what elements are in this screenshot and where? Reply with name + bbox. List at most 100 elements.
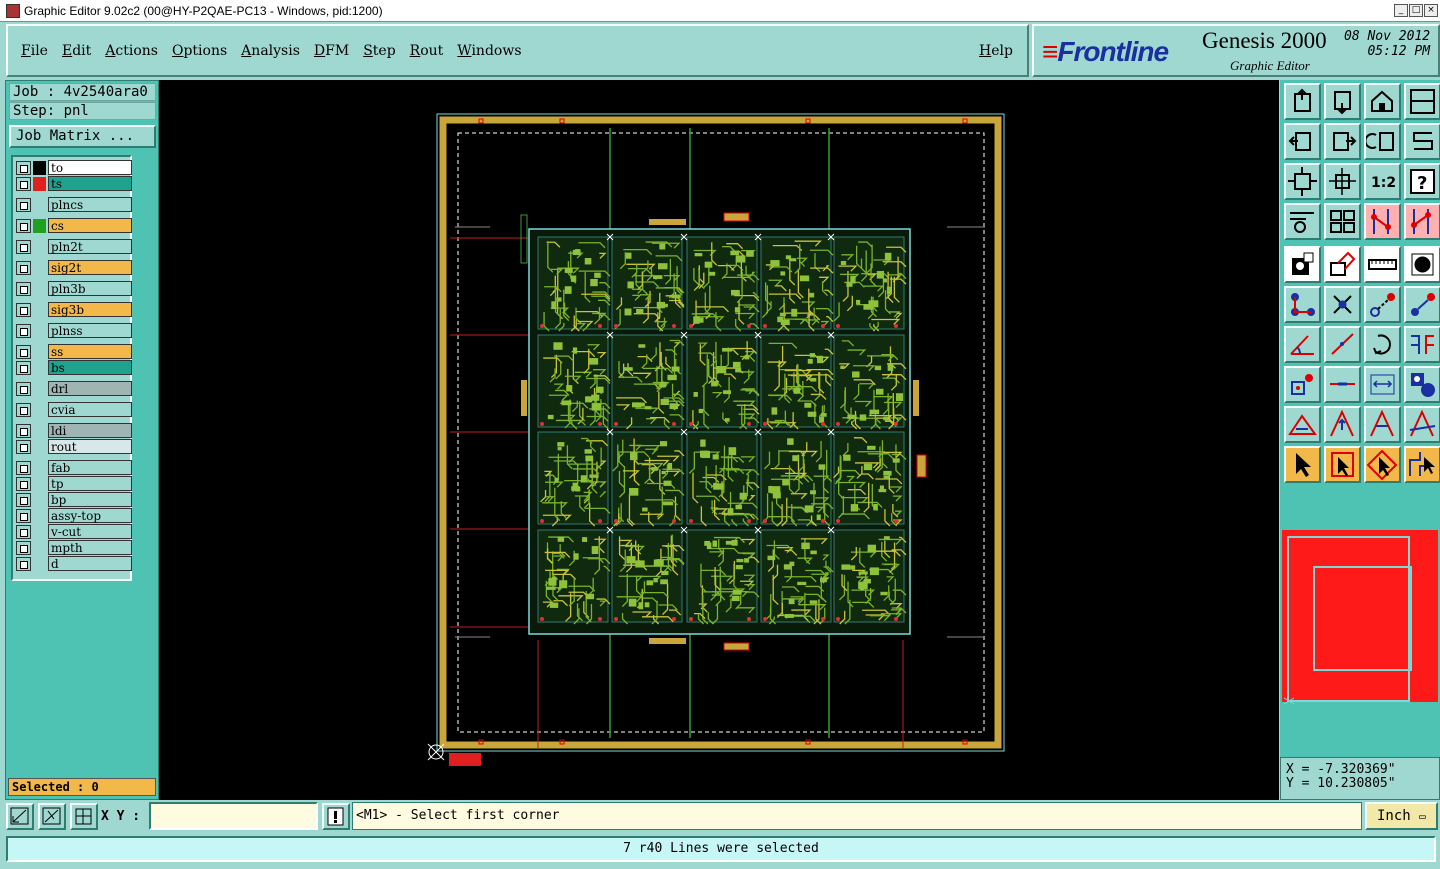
menu-analysis[interactable]: Analysis [241, 43, 300, 59]
bottom-view-tool-button[interactable] [1324, 83, 1361, 120]
layer-row-sig2t[interactable]: sig2t [16, 260, 132, 275]
close-button[interactable]: × [1424, 4, 1438, 17]
layer-row-ldi[interactable]: ldi [16, 423, 132, 438]
layer-color-swatch[interactable] [33, 176, 46, 191]
menu-options[interactable]: Options [172, 43, 227, 59]
circle-tool-button[interactable] [1404, 246, 1440, 283]
layer-row-bs[interactable]: bs [16, 360, 132, 375]
layer-name[interactable]: ldi [48, 423, 132, 438]
layer-color-swatch[interactable] [33, 524, 46, 539]
layer-name[interactable]: tp [48, 476, 132, 491]
overview-pane[interactable] [1280, 490, 1440, 757]
layer-name[interactable]: pln2t [48, 239, 132, 254]
layer-row-fab[interactable]: fab [16, 460, 132, 475]
layer-color-swatch[interactable] [33, 360, 46, 375]
layer-row-ss[interactable]: ss [16, 344, 132, 359]
pad-tool-button[interactable] [1284, 246, 1321, 283]
layer-name[interactable]: plncs [48, 197, 132, 212]
layer-row-rout[interactable]: rout [16, 439, 132, 454]
menu-windows[interactable]: Windows [457, 43, 521, 59]
menu-step[interactable]: Step [363, 43, 395, 59]
layer-checkbox[interactable] [16, 176, 31, 191]
zoom-fit-tool-button[interactable] [1284, 163, 1321, 200]
rotate-view-tool-button[interactable] [1364, 123, 1401, 160]
top-view-tool-button[interactable] [1284, 83, 1321, 120]
layer-name[interactable]: cvia [48, 402, 132, 417]
layer-color-swatch[interactable] [33, 402, 46, 417]
minimize-button[interactable]: _ [1394, 4, 1408, 17]
layer-checkbox[interactable] [16, 218, 31, 233]
triangle-a-tool-button[interactable] [1364, 406, 1401, 443]
layer-color-swatch[interactable] [33, 197, 46, 212]
layer-name[interactable]: pln3b [48, 281, 132, 296]
layer-checkbox[interactable] [16, 344, 31, 359]
layer-name[interactable]: plnss [48, 323, 132, 338]
triangle-up-tool-button[interactable] [1324, 406, 1361, 443]
layer-checkbox[interactable] [16, 460, 31, 475]
layer-name[interactable]: to [48, 160, 132, 175]
graphic-canvas[interactable] [159, 80, 1279, 800]
layer-checkbox[interactable] [16, 381, 31, 396]
layer-checkbox[interactable] [16, 281, 31, 296]
layer-color-swatch[interactable] [33, 439, 46, 454]
panel-drawing[interactable] [159, 80, 1279, 800]
scale-1-2-tool-button[interactable]: 1:2 [1364, 163, 1401, 200]
layer-color-swatch[interactable] [33, 239, 46, 254]
layer-checkbox[interactable] [16, 508, 31, 523]
layer-color-swatch[interactable] [33, 160, 46, 175]
zoom-center-tool-button[interactable] [1324, 163, 1361, 200]
layer-name[interactable]: bp [48, 492, 132, 507]
pan-right-tool-button[interactable] [1324, 123, 1361, 160]
home-tool-button[interactable] [1364, 83, 1401, 120]
move-point-tool-button[interactable] [1364, 286, 1401, 323]
pan-left-tool-button[interactable] [1284, 123, 1321, 160]
layer-checkbox[interactable] [16, 402, 31, 417]
help-tool-button[interactable]: ? [1404, 163, 1440, 200]
layer-row-sig3b[interactable]: sig3b [16, 302, 132, 317]
layer-row-pln2t[interactable]: pln2t [16, 239, 132, 254]
layer-checkbox[interactable] [16, 197, 31, 212]
layer-row-ts[interactable]: ts [16, 176, 132, 191]
line-tool-button[interactable] [1324, 326, 1361, 363]
unit-selector[interactable]: Inch ▭ [1365, 802, 1438, 830]
node-tool-button[interactable] [1284, 366, 1321, 403]
layer-row-drl[interactable]: drl [16, 381, 132, 396]
layer-row-plncs[interactable]: plncs [16, 197, 132, 212]
maximize-button[interactable]: □ [1409, 4, 1423, 17]
select-box-tool-button[interactable] [1364, 446, 1401, 483]
layer-row-pln3b[interactable]: pln3b [16, 281, 132, 296]
s-curve-tool-button[interactable] [1404, 123, 1440, 160]
layer-name[interactable]: mpth [48, 540, 132, 555]
menu-actions[interactable]: Actions [105, 43, 158, 59]
layer-checkbox[interactable] [16, 302, 31, 317]
layer-color-swatch[interactable] [33, 492, 46, 507]
layer-checkbox[interactable] [16, 360, 31, 375]
layer-name[interactable]: fab [48, 460, 132, 475]
connect-tool-button[interactable] [1284, 286, 1321, 323]
layer-color-swatch[interactable] [33, 344, 46, 359]
layer-row-mpth[interactable]: mpth [16, 540, 132, 555]
layer-color-swatch[interactable] [33, 460, 46, 475]
layer-color-swatch[interactable] [33, 302, 46, 317]
layer-color-swatch[interactable] [33, 423, 46, 438]
layer-name[interactable]: drl [48, 381, 132, 396]
layer-color-swatch[interactable] [33, 260, 46, 275]
layer-row-bp[interactable]: bp [16, 492, 132, 507]
split-view-tool-button[interactable] [1404, 83, 1440, 120]
layer-checkbox[interactable] [16, 260, 31, 275]
alert-button[interactable] [322, 803, 350, 830]
pointer-tool-button[interactable] [1284, 446, 1321, 483]
layer-color-swatch[interactable] [33, 281, 46, 296]
triangle-tool-button[interactable] [1284, 406, 1321, 443]
layer-row-to[interactable]: to [16, 160, 132, 175]
dash-tool-button[interactable] [1324, 366, 1361, 403]
layer-checkbox[interactable] [16, 556, 31, 571]
layer-checkbox[interactable] [16, 524, 31, 539]
layer-row-cs[interactable]: cs [16, 218, 132, 233]
rotate-tool-button[interactable] [1364, 326, 1401, 363]
layer-checkbox[interactable] [16, 423, 31, 438]
layer-checkbox[interactable] [16, 439, 31, 454]
layer-name[interactable]: d [48, 556, 132, 571]
layer-checkbox[interactable] [16, 476, 31, 491]
layer-name[interactable]: ss [48, 344, 132, 359]
